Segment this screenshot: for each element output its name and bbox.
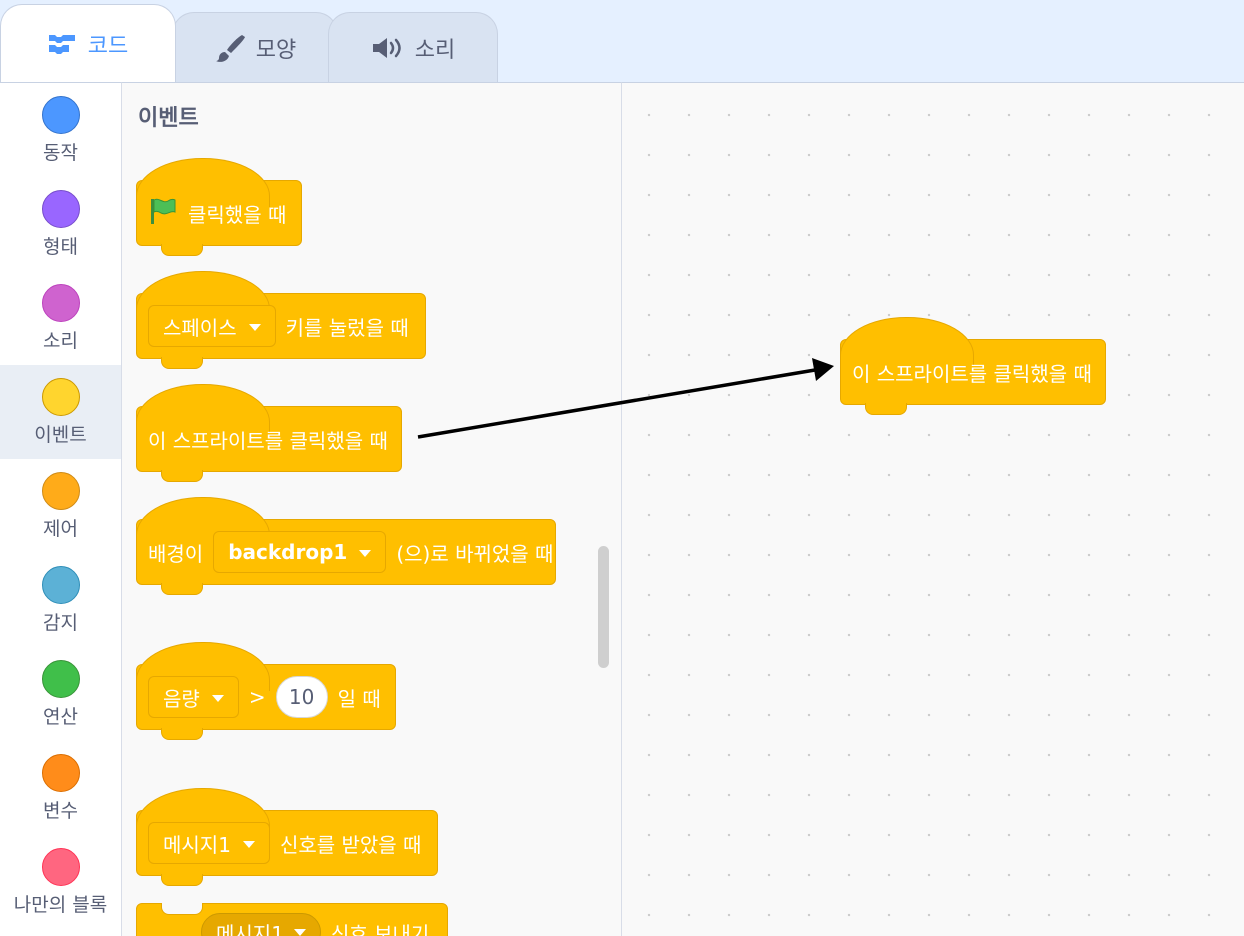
tab-code[interactable]: 코드 [0, 4, 176, 82]
when-key-pressed-block[interactable]: 스페이스 키를 눌렀을 때 [136, 271, 426, 369]
category-operators[interactable]: 연산 [0, 647, 121, 741]
backdrop-dropdown[interactable]: backdrop1 [213, 531, 387, 573]
category-variables-color-dot [41, 754, 80, 792]
category-looks-color-dot [41, 190, 80, 228]
tab-costumes-label: 모양 [255, 37, 297, 63]
when-flag-clicked-block[interactable]: 클릭했을 때 [136, 158, 302, 256]
tab-sounds-label: 소리 [414, 37, 456, 63]
category-label: 나만의 블록 [13, 894, 108, 916]
category-label: 감지 [43, 612, 78, 634]
tab-code-label: 코드 [87, 33, 129, 59]
threshold-input[interactable]: 10 [275, 676, 328, 718]
category-motion-color-dot [41, 96, 80, 134]
script-workspace[interactable]: 이 스프라이트를 클릭했을 때 [622, 82, 1244, 936]
category-control[interactable]: 제어 [0, 459, 121, 553]
category-looks[interactable]: 형태 [0, 177, 121, 271]
dropdown-value: 스페이스 [163, 315, 237, 340]
category-menu: 동작 형태 소리 이벤트 제어 감지 연산 변수 나만의 블록 [0, 82, 122, 936]
category-control-color-dot [41, 472, 80, 510]
category-motion[interactable]: 동작 [0, 83, 121, 177]
dropdown-caret-icon [248, 323, 261, 331]
category-label: 변수 [43, 800, 78, 822]
code-blocks-icon [48, 33, 78, 55]
message-dropdown[interactable]: 메시지1 [148, 822, 270, 864]
block-text-suffix: 일 때 [337, 686, 381, 711]
dropdown-value: 메시지1 [163, 832, 231, 857]
category-label: 연산 [43, 706, 78, 728]
dropdown-value: 메시지1 [216, 921, 284, 936]
tab-costumes[interactable]: 모양 [172, 12, 338, 82]
block-text-prefix: 배경이 [148, 541, 204, 566]
key-dropdown[interactable]: 스페이스 [148, 305, 276, 347]
broadcast-message-dropdown[interactable]: 메시지1 [201, 913, 321, 936]
dropdown-caret-icon [293, 928, 306, 936]
block-palette: 이벤트 클릭했을 때 스페이스 키를 눌렀을 때 이 스프라이트를 클릭했을 때… [122, 82, 622, 936]
category-sound-color-dot [41, 284, 80, 322]
when-i-receive-block[interactable]: 메시지1 신호를 받았을 때 [136, 788, 438, 886]
greater-than-operator: > [248, 685, 266, 709]
paint-brush-icon [214, 33, 246, 63]
category-label: 이벤트 [34, 424, 87, 446]
tab-sounds[interactable]: 소리 [328, 12, 498, 82]
category-events-color-dot [41, 378, 80, 416]
dropdown-value: backdrop1 [228, 540, 348, 564]
category-label: 소리 [43, 330, 78, 352]
when-sprite-clicked-block[interactable]: 이 스프라이트를 클릭했을 때 [136, 384, 402, 482]
category-my-blocks-color-dot [41, 848, 80, 886]
when-greater-than-block[interactable]: 음량 > 10 일 때 [136, 642, 396, 740]
broadcast-block[interactable]: 메시지1 신호 보내기 [136, 903, 448, 936]
green-flag-icon [148, 196, 178, 231]
category-sensing-color-dot [41, 566, 80, 604]
block-text: 신호를 받았을 때 [279, 832, 422, 857]
block-text: 클릭했을 때 [188, 202, 287, 227]
dropdown-caret-icon [359, 549, 372, 557]
block-text: 신호 보내기 [330, 921, 430, 936]
speaker-icon [371, 36, 405, 60]
block-text-suffix: (으)로 바뀌었을 때 [396, 541, 554, 566]
sensor-dropdown[interactable]: 음량 [148, 676, 239, 718]
block-text: 이 스프라이트를 클릭했을 때 [148, 428, 388, 453]
category-label: 제어 [43, 518, 78, 540]
category-variables[interactable]: 변수 [0, 741, 121, 835]
when-backdrop-switches-block[interactable]: 배경이 backdrop1 (으)로 바뀌었을 때 [136, 497, 556, 595]
category-label: 형태 [43, 236, 78, 258]
block-text: 이 스프라이트를 클릭했을 때 [852, 361, 1092, 386]
category-operators-color-dot [41, 660, 80, 698]
dropdown-caret-icon [242, 840, 255, 848]
dropdown-value: 음량 [163, 686, 200, 711]
category-sensing[interactable]: 감지 [0, 553, 121, 647]
category-events[interactable]: 이벤트 [0, 365, 121, 459]
block-text: 키를 눌렀을 때 [285, 315, 409, 340]
palette-title: 이벤트 [138, 106, 199, 131]
workspace-when-sprite-clicked-block[interactable]: 이 스프라이트를 클릭했을 때 [840, 317, 1106, 415]
category-my-blocks[interactable]: 나만의 블록 [0, 835, 121, 929]
category-label: 동작 [43, 142, 78, 164]
category-sound[interactable]: 소리 [0, 271, 121, 365]
palette-scrollbar[interactable] [598, 546, 609, 668]
dropdown-caret-icon [211, 694, 224, 702]
